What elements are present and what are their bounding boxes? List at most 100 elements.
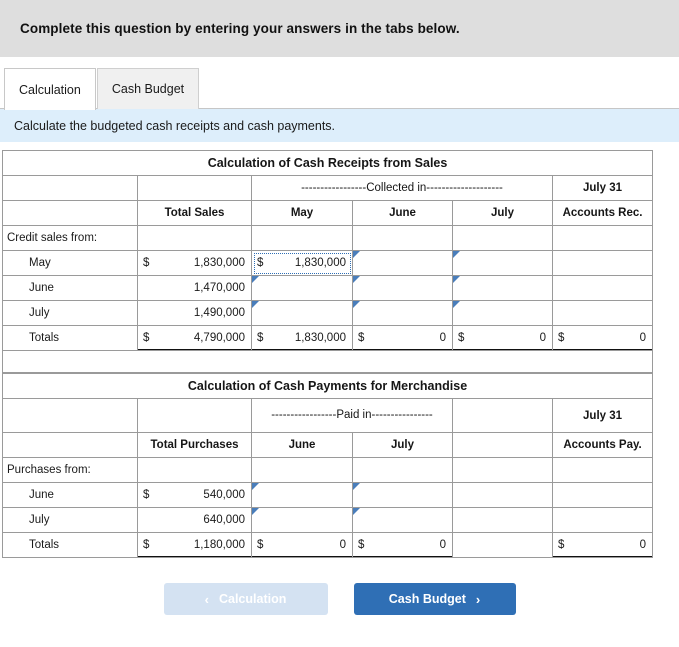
payments-totals-label: Totals — [2, 532, 138, 558]
currency-symbol: $ — [143, 332, 150, 344]
worksheet-area: Calculation of Cash Receipts from Sales … — [0, 142, 679, 558]
table-row: June $ 540,000 — [2, 482, 654, 508]
payments-row-label-july: July — [2, 507, 138, 533]
table-group-header-row: -----------------Paid in----------------… — [2, 398, 654, 433]
payments-june-total-purchases: $ 540,000 — [137, 482, 252, 508]
currency-symbol: $ — [458, 332, 465, 344]
input-cell-july-july[interactable] — [452, 300, 553, 326]
currency-symbol: $ — [143, 257, 150, 269]
table-row: Purchases from: — [2, 457, 654, 483]
value: 540,000 — [203, 489, 245, 501]
table-title-row: Calculation of Cash Payments for Merchan… — [1, 373, 654, 399]
value: 1,830,000 — [294, 257, 346, 269]
input-cell-may-may[interactable]: $ 1,830,000 — [251, 250, 353, 276]
receipts-col-accounts-rec: Accounts Rec. — [551, 200, 654, 226]
cash-payments-table: Calculation of Cash Payments for Merchan… — [1, 373, 654, 558]
payments-col-june: June — [251, 432, 353, 458]
receipts-may-total-sales: $ 1,830,000 — [137, 250, 252, 276]
receipts-collected-in-header: -----------------Collected in-----------… — [251, 175, 553, 201]
payments-section-gap-1 — [452, 457, 553, 483]
receipts-col-june: June — [352, 200, 453, 226]
value: 0 — [439, 332, 446, 344]
payments-col-total-purchases: Total Purchases — [137, 432, 252, 458]
input-cell-june-may[interactable] — [251, 275, 353, 301]
tab-calculation-label: Calculation — [19, 82, 81, 97]
receipts-section-blank-4 — [452, 225, 553, 251]
payments-section-blank-1 — [137, 457, 252, 483]
spacer-cell — [1, 350, 654, 373]
payments-totals-july: $ 0 — [352, 532, 453, 558]
table-row: July 1,490,000 — [2, 300, 654, 326]
receipts-group-blank-2 — [137, 175, 252, 201]
receipts-col-blank — [2, 200, 138, 226]
receipts-section-blank-3 — [352, 225, 453, 251]
receipts-june-total-sales: 1,470,000 — [137, 275, 252, 301]
input-cell-june-july[interactable] — [452, 275, 553, 301]
currency-symbol: $ — [558, 539, 565, 551]
input-cell-july-may[interactable] — [251, 300, 353, 326]
payments-group-blank-1 — [2, 398, 138, 433]
payments-section-label: Purchases from: — [2, 457, 138, 483]
table-spacer-row — [1, 350, 654, 373]
payments-june-accounts-pay — [551, 482, 654, 508]
currency-symbol: $ — [558, 332, 565, 344]
value: 1,490,000 — [193, 307, 245, 319]
value: 1,830,000 — [193, 257, 245, 269]
table-row: June 1,470,000 — [2, 275, 654, 301]
payments-july-accounts-pay — [551, 507, 654, 533]
input-cell-purch-july-june[interactable] — [251, 507, 353, 533]
receipts-july-total-sales: 1,490,000 — [137, 300, 252, 326]
cash-receipts-table: Calculation of Cash Receipts from Sales … — [1, 150, 654, 373]
instruction-bar: Complete this question by entering your … — [0, 0, 679, 57]
prev-calculation-button[interactable]: ‹ Calculation — [163, 583, 328, 615]
receipts-col-july: July — [452, 200, 553, 226]
tab-calculation[interactable]: Calculation — [4, 68, 96, 110]
next-cash-budget-button[interactable]: Cash Budget › — [353, 583, 516, 615]
value: 1,180,000 — [193, 539, 245, 551]
table-row: May $ 1,830,000 $ 1,830,000 — [2, 250, 654, 276]
currency-symbol: $ — [257, 539, 264, 551]
receipts-july-accounts-rec — [551, 300, 654, 326]
input-cell-june-june[interactable] — [352, 275, 453, 301]
currency-symbol: $ — [143, 489, 150, 501]
input-cell-may-july[interactable] — [452, 250, 553, 276]
payments-july-total-purchases: 640,000 — [137, 507, 252, 533]
input-cell-purch-june-july[interactable] — [352, 482, 453, 508]
table-row: July 640,000 — [2, 507, 654, 533]
currency-symbol: $ — [358, 539, 365, 551]
currency-symbol: $ — [143, 539, 150, 551]
payments-group-blank-2 — [137, 398, 252, 433]
chevron-left-icon: ‹ — [204, 591, 209, 607]
payments-june-gap — [452, 482, 553, 508]
currency-symbol: $ — [257, 332, 264, 344]
table-column-header-row: Total Purchases June July Accounts Pay. — [2, 432, 654, 458]
receipts-col-total-sales: Total Sales — [137, 200, 252, 226]
receipts-totals-may: $ 1,830,000 — [251, 325, 353, 351]
chevron-right-icon: › — [475, 591, 481, 607]
payments-july31-header: July 31 — [551, 398, 654, 433]
payments-table-title: Calculation of Cash Payments for Merchan… — [1, 373, 654, 399]
payments-totals-accounts-pay: $ 0 — [551, 532, 654, 558]
value: 0 — [439, 539, 446, 551]
prev-button-label: Calculation — [218, 592, 287, 606]
payments-totals-gap — [452, 532, 553, 558]
receipts-section-label: Credit sales from: — [2, 225, 138, 251]
table-column-header-row: Total Sales May June July Accounts Rec. — [2, 200, 654, 226]
table-title-row: Calculation of Cash Receipts from Sales — [1, 150, 654, 176]
receipts-table-title: Calculation of Cash Receipts from Sales — [1, 150, 654, 176]
payments-group-blank-3 — [452, 398, 553, 433]
input-cell-may-june[interactable] — [352, 250, 453, 276]
input-cell-purch-june-june[interactable] — [251, 482, 353, 508]
payments-section-blank-3 — [352, 457, 453, 483]
receipts-totals-july: $ 0 — [452, 325, 553, 351]
payments-col-blank-2 — [452, 432, 553, 458]
value: 640,000 — [203, 514, 245, 526]
currency-symbol: $ — [257, 257, 264, 269]
input-cell-july-june[interactable] — [352, 300, 453, 326]
instruction-text: Complete this question by entering your … — [20, 21, 460, 36]
tab-cash-budget[interactable]: Cash Budget — [96, 68, 200, 109]
table-totals-row: Totals $ 1,180,000 $ 0 $ 0 $ 0 — [2, 532, 654, 558]
input-cell-purch-july-july[interactable] — [352, 507, 453, 533]
payments-section-blank-4 — [551, 457, 654, 483]
table-group-header-row: -----------------Collected in-----------… — [2, 175, 654, 201]
